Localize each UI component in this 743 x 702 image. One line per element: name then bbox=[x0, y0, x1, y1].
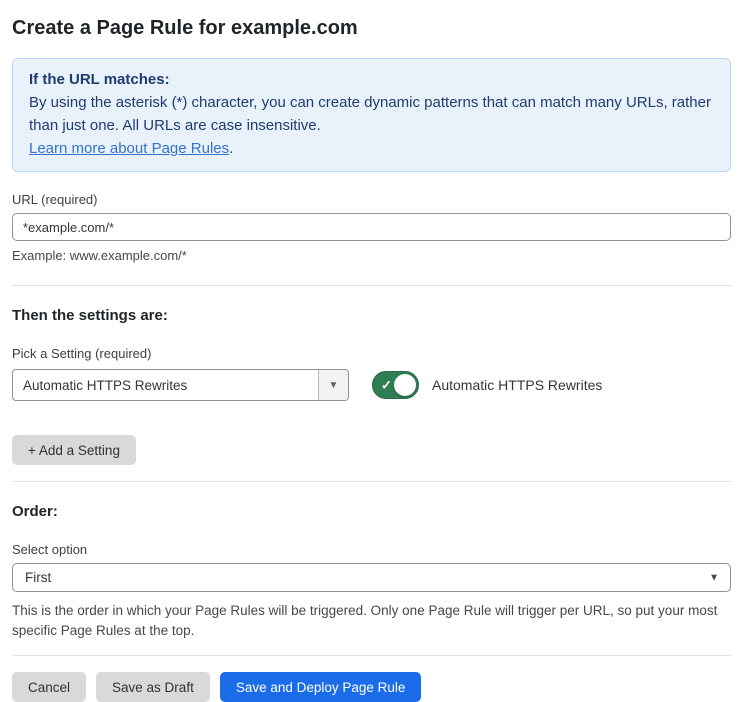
footer-actions: Cancel Save as Draft Save and Deploy Pag… bbox=[12, 672, 731, 702]
learn-more-link[interactable]: Learn more about Page Rules bbox=[29, 140, 229, 157]
setting-row: Automatic HTTPS Rewrites ▼ ✓ Automatic H… bbox=[12, 369, 731, 401]
pick-setting-label: Pick a Setting (required) bbox=[12, 346, 152, 361]
info-box-title: If the URL matches: bbox=[29, 71, 170, 88]
setting-select[interactable]: Automatic HTTPS Rewrites ▼ bbox=[12, 369, 349, 401]
check-icon: ✓ bbox=[381, 377, 392, 393]
save-as-draft-button[interactable]: Save as Draft bbox=[96, 672, 210, 702]
settings-section-heading: Then the settings are: bbox=[12, 307, 168, 324]
order-select-value: First bbox=[25, 570, 52, 585]
chevron-down-icon: ▼ bbox=[709, 572, 719, 583]
cancel-button[interactable]: Cancel bbox=[12, 672, 87, 702]
link-suffix: . bbox=[229, 140, 234, 157]
save-and-deploy-button[interactable]: Save and Deploy Page Rule bbox=[219, 672, 422, 702]
setting-toggle[interactable]: ✓ bbox=[372, 371, 419, 399]
info-box-link-line: Learn more about Page Rules. bbox=[29, 137, 714, 160]
divider bbox=[12, 655, 731, 656]
setting-select-value: Automatic HTTPS Rewrites bbox=[23, 377, 188, 393]
order-help-text: This is the order in which your Page Rul… bbox=[12, 603, 718, 638]
divider bbox=[12, 285, 731, 286]
toggle-label: Automatic HTTPS Rewrites bbox=[432, 377, 603, 393]
toggle-knob bbox=[394, 374, 416, 396]
url-example-hint: Example: www.example.com/* bbox=[12, 248, 187, 263]
add-setting-button[interactable]: + Add a Setting bbox=[12, 435, 136, 465]
order-section-heading: Order: bbox=[12, 503, 58, 520]
page-title: Create a Page Rule for example.com bbox=[12, 17, 358, 39]
url-matches-info-box: If the URL matches: By using the asteris… bbox=[12, 58, 731, 172]
order-select[interactable]: First ▼ bbox=[12, 563, 731, 592]
divider bbox=[12, 481, 731, 482]
info-box-body: By using the asterisk (*) character, you… bbox=[29, 94, 711, 134]
chevron-down-icon[interactable]: ▼ bbox=[318, 370, 348, 400]
url-input[interactable] bbox=[12, 213, 731, 241]
order-select-label: Select option bbox=[12, 542, 88, 557]
page-rule-form: Create a Page Rule for example.com If th… bbox=[0, 0, 743, 702]
url-field-label: URL (required) bbox=[12, 192, 98, 207]
